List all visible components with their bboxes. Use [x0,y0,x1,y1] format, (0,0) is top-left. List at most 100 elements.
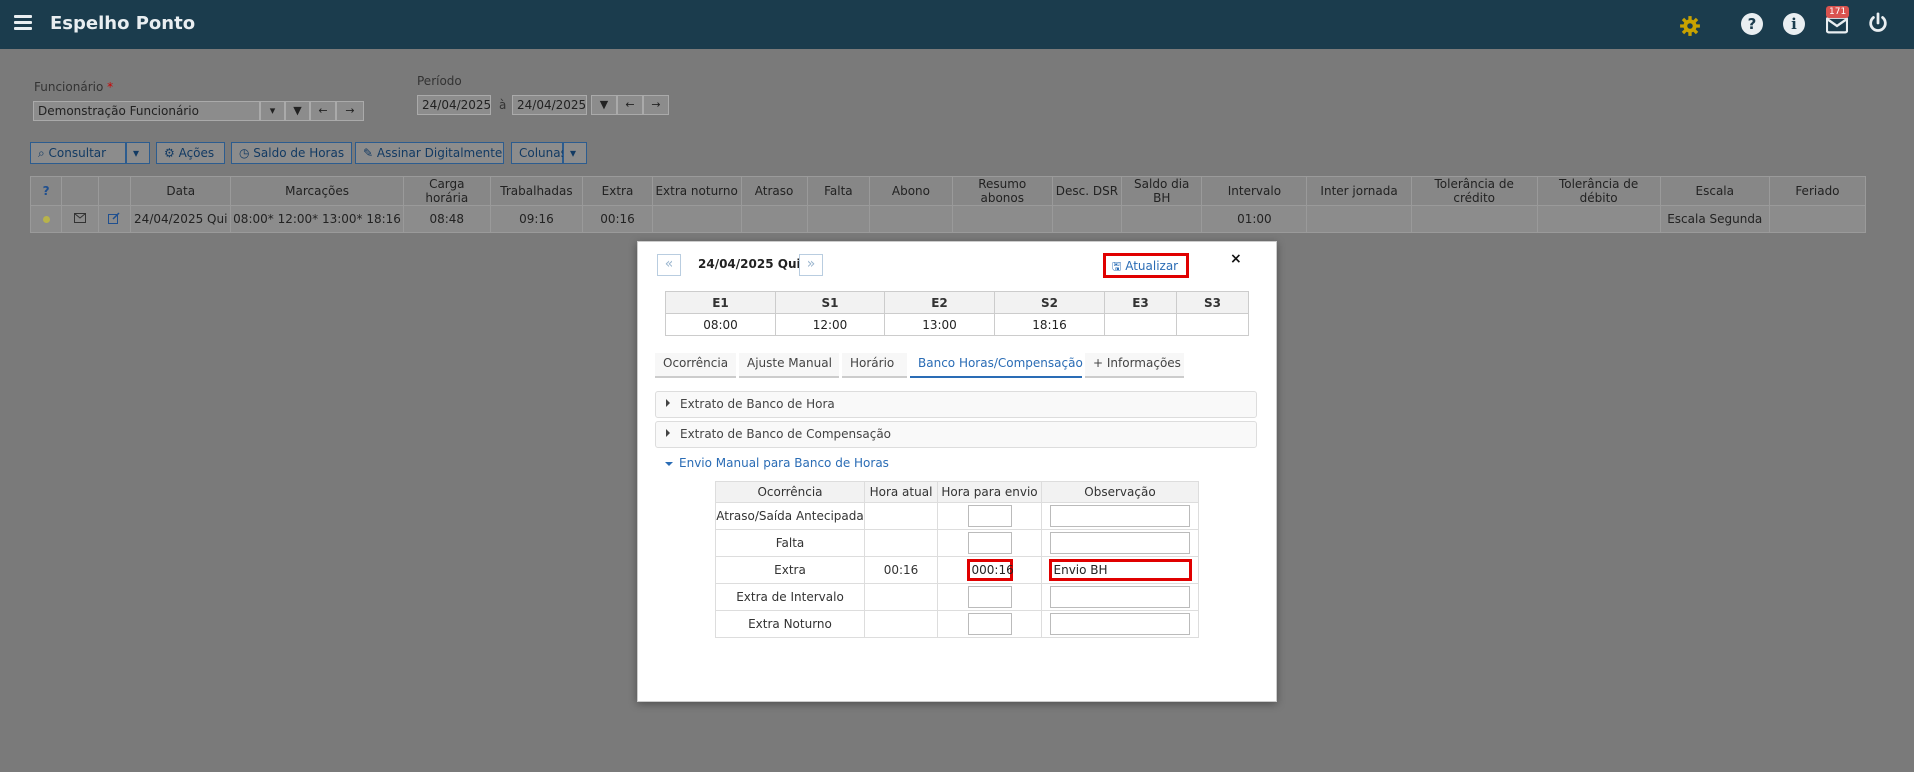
saldo-horas-button[interactable]: ◷ Saldo de Horas [231,142,352,164]
atualizar-button[interactable]: 🖫 Atualizar [1103,253,1189,278]
table-row: Atraso/Saída Antecipada [715,502,1199,530]
marks-header: S1 [775,291,885,314]
column-header[interactable]: Desc. DSR [1051,176,1123,206]
column-header[interactable]: Saldo dia BH [1121,176,1203,206]
column-header[interactable]: Tolerância de débito [1536,176,1661,206]
hora-atual-cell [864,502,938,530]
gear-icon[interactable] [1679,15,1701,37]
prev-day-button[interactable]: « [657,254,681,276]
chevron-down-icon[interactable]: ▾ [260,101,285,121]
date-to-input[interactable]: 24/04/2025 [512,95,587,115]
power-icon[interactable] [1867,12,1889,34]
column-header[interactable]: Abono [869,176,953,206]
observacao-input[interactable] [1050,532,1190,554]
tab-horario[interactable]: Horário [842,353,907,378]
periodo-label: Período [417,74,462,88]
marks-header: S2 [994,291,1105,314]
period-filter-icon[interactable]: ▼ [591,95,617,115]
info-icon[interactable]: i [1783,13,1805,35]
menu-icon[interactable] [14,15,32,30]
column-header[interactable]: Tolerância de crédito [1410,176,1538,206]
column-header[interactable]: Marcações [230,176,404,206]
cell-tol-debito [1536,205,1661,233]
banco-horas-modal: « 24/04/2025 Qui » 🖫 Atualizar × E1 S1 E… [637,241,1277,702]
hora-atual-cell [864,529,938,557]
column-header[interactable]: Carga horária [402,176,491,206]
table-row[interactable]: 24/04/2025 Qui 08:00* 12:00* 13:00* 18:1… [29,205,1867,233]
help-icon[interactable]: ? [1741,13,1763,35]
column-header[interactable]: Intervalo [1201,176,1308,206]
column-header [61,176,99,206]
status-dot-icon [29,205,63,233]
mark-value: 13:00 [884,313,995,336]
close-icon[interactable]: × [1230,251,1242,267]
accordion-extrato-compensacao[interactable]: Extrato de Banco de Compensação [655,421,1257,448]
funcionario-select[interactable]: Demonstração Funcionário [33,101,260,121]
column-header[interactable]: Extra [582,176,653,206]
tab-informacoes[interactable]: + Informações [1085,353,1184,378]
column-header[interactable]: Escala [1659,176,1770,206]
page-title: Espelho Ponto [50,13,196,34]
hora-envio-input[interactable] [967,505,1012,527]
caret-right-icon [666,399,670,407]
period-prev-icon[interactable]: ← [617,95,643,115]
top-bar: Espelho Ponto ? i 171 [0,0,1914,49]
marks-header: E3 [1104,291,1177,314]
assinar-button[interactable]: ✎ Assinar Digitalmente [355,142,504,164]
cell-saldo-bh [1121,205,1203,233]
column-header[interactable]: Falta [806,176,871,206]
observacao-input[interactable] [1050,505,1190,527]
edit-icon[interactable] [97,205,132,233]
colunas-button[interactable]: Colunas [511,142,567,164]
observacao-input[interactable] [1050,613,1190,635]
arrow-right-icon[interactable]: → [336,101,364,121]
date-separator: à [499,98,507,112]
date-from-input[interactable]: 24/04/2025 [417,95,491,115]
observacao-input[interactable]: Envio BH [1048,559,1192,581]
column-header[interactable]: Inter jornada [1306,176,1412,206]
consultar-button[interactable]: ⌕ Consultar [30,142,126,164]
hora-envio-input[interactable] [967,586,1012,608]
colunas-dropdown-button[interactable]: ▾ [563,142,587,164]
table-row: Extra 00:16 000:16 Envio BH [715,556,1199,584]
hora-atual-cell: 00:16 [864,556,938,584]
acoes-button[interactable]: ⚙ Ações [156,142,225,164]
tab-ocorrencia[interactable]: Ocorrência [655,353,736,378]
column-header[interactable]: Feriado [1768,176,1867,206]
cell-trabalhadas: 09:16 [489,205,584,233]
table-row: Extra de Intervalo [715,583,1199,611]
envio-manual-table: Ocorrência Hora atual Hora para envio Ob… [715,481,1199,638]
accordion-extrato-bh[interactable]: Extrato de Banco de Hora [655,391,1257,418]
column-header[interactable]: Trabalhadas [489,176,584,206]
consultar-dropdown-button[interactable]: ▾ [126,142,150,164]
hora-atual-cell [864,610,938,638]
observacao-input[interactable] [1050,586,1190,608]
ocorrencia-cell: Falta [715,529,865,557]
envelope-icon[interactable] [61,205,99,233]
accordion-envio-manual[interactable]: Envio Manual para Banco de Horas [655,456,955,474]
cell-falta [806,205,871,233]
cell-intervalo: 01:00 [1201,205,1308,233]
next-day-button[interactable]: » [799,254,823,276]
hora-envio-input[interactable]: 000:16 [966,559,1014,581]
column-header[interactable]: Resumo abonos [951,176,1053,206]
cell-resumo-abonos [951,205,1053,233]
tab-ajuste-manual[interactable]: Ajuste Manual [739,353,839,378]
ocorrencia-cell: Extra [715,556,865,584]
period-next-icon[interactable]: → [643,95,669,115]
cell-inter-jornada [1306,205,1412,233]
caret-right-icon [666,429,670,437]
hora-envio-input[interactable] [967,532,1012,554]
notification-badge: 171 [1826,6,1850,18]
tab-banco-horas[interactable]: Banco Horas/Compensação [910,353,1083,378]
mark-value: 12:00 [775,313,885,336]
hora-envio-input[interactable] [967,613,1012,635]
column-header[interactable]: Extra noturno [651,176,742,206]
column-header[interactable]: Atraso [740,176,808,206]
grid-header-row: ? Data Marcações Carga horária Trabalhad… [29,176,1867,206]
caret-down-icon [665,462,673,466]
column-header[interactable]: Data [130,176,232,206]
arrow-left-icon[interactable]: ← [310,101,336,121]
filter-icon[interactable]: ▼ [285,101,310,121]
mark-value: 18:16 [994,313,1105,336]
